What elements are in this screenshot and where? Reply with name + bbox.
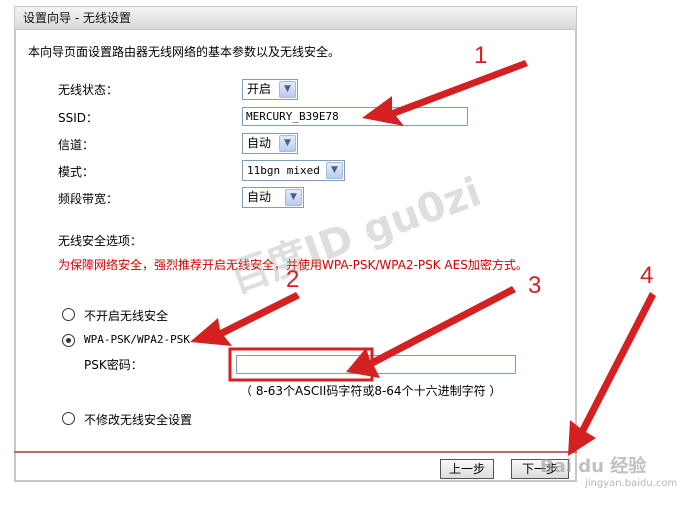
arrow-2 [190,292,300,346]
arrow-4 [568,292,656,456]
annotation-number-1: 1 [474,42,488,69]
psk-highlight-box [228,347,374,382]
annotation-number-3: 3 [528,272,542,299]
arrow-1 [362,60,528,126]
annotation-number-4: 4 [640,262,654,289]
annotation-number-2: 2 [286,266,300,293]
arrow-3 [346,286,516,378]
annotation-overlay [190,60,656,456]
